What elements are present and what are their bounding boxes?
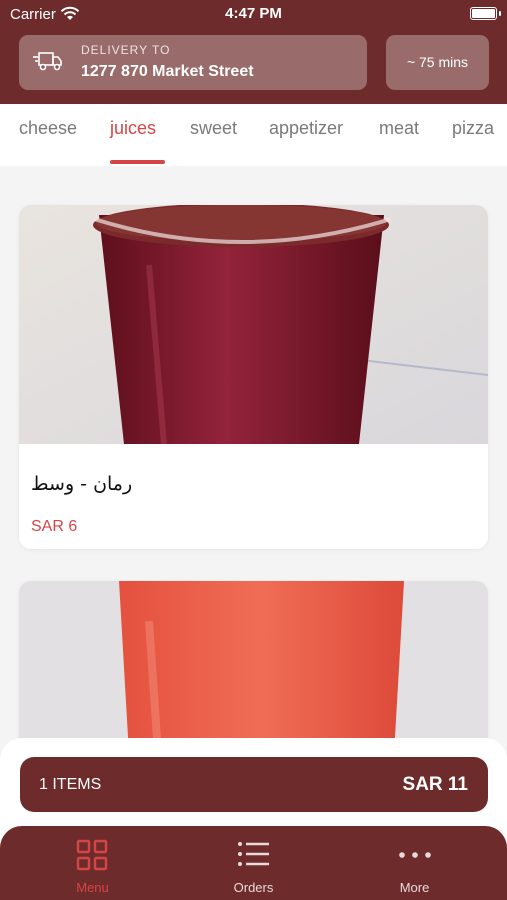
bottom-nav: Menu Orders More (0, 826, 507, 900)
product-name: رمان - وسط (31, 473, 133, 495)
tab-meat[interactable]: meat (379, 118, 419, 139)
product-card[interactable]: رمان - وسط SAR 6 (19, 205, 488, 549)
nav-menu-label: Menu (76, 880, 109, 895)
tab-cheese[interactable]: cheese (19, 118, 77, 139)
category-tabs: cheese juices sweet appetizer meat pizza (0, 104, 507, 166)
list-icon (238, 842, 269, 866)
active-tab-indicator (110, 160, 165, 164)
tab-juices[interactable]: juices (110, 118, 156, 139)
nav-orders-label: Orders (233, 880, 274, 895)
status-bar: Carrier 4:47 PM (0, 0, 507, 28)
battery-tip (499, 11, 501, 16)
battery-icon (470, 7, 497, 20)
grid-icon (76, 839, 108, 871)
status-time: 4:47 PM (225, 5, 282, 22)
delivery-address: 1277 870 Market Street (81, 63, 254, 80)
nav-more-label: More (399, 880, 430, 895)
eta-badge[interactable]: ~ 75 mins (386, 35, 489, 90)
delivery-label: DELIVERY TO (81, 43, 171, 57)
more-dots-icon (399, 852, 431, 858)
tab-sweet[interactable]: sweet (190, 118, 237, 139)
app-header: Carrier 4:47 PM DELIVERY TO 1277 870 Mar… (0, 0, 507, 104)
product-image (19, 205, 488, 444)
nav-orders[interactable]: Orders (169, 826, 338, 900)
truck-icon (33, 52, 62, 71)
tab-appetizer[interactable]: appetizer (269, 118, 343, 139)
cart-total: SAR 11 (402, 774, 468, 795)
nav-menu[interactable]: Menu (8, 826, 177, 900)
view-cart-button[interactable]: 1 ITEMS SAR 11 (20, 757, 488, 812)
nav-more[interactable]: More (330, 826, 499, 900)
delivery-address-button[interactable]: DELIVERY TO 1277 870 Market Street (19, 35, 367, 90)
tab-pizza[interactable]: pizza (452, 118, 494, 139)
product-price: SAR 6 (31, 518, 78, 535)
cart-item-count: 1 ITEMS (39, 776, 102, 793)
